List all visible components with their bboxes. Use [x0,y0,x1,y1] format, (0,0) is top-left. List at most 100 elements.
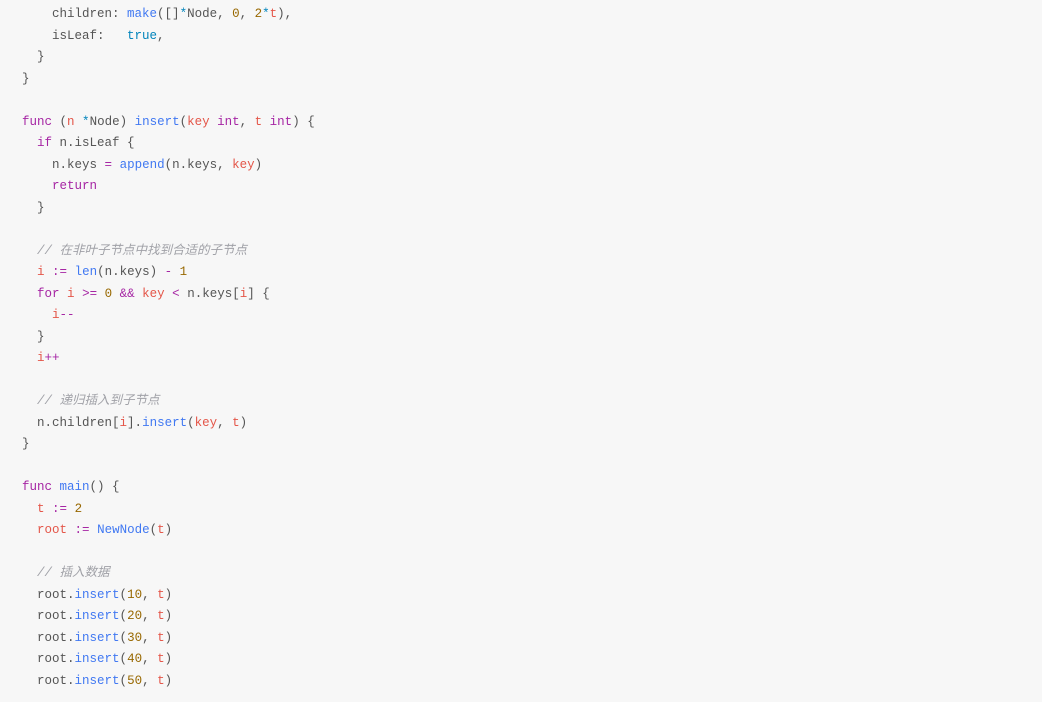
code-token: main [60,480,90,494]
code-line [22,219,1042,241]
code-token: root. [37,631,75,645]
code-token: func [22,115,52,129]
code-token [67,265,75,279]
code-token: } [37,201,45,215]
code-token: ), [277,7,292,21]
code-token: NewNode [97,523,150,537]
code-token: } [37,330,45,344]
code-line [22,370,1042,392]
code-line: n.keys = append(n.keys, key) [22,155,1042,177]
code-token: t [157,652,165,666]
code-token: children: [52,7,127,21]
code-token: ) [165,674,173,688]
code-token: // 在非叶子节点中找到合适的子节点 [37,244,247,258]
code-line: } [22,434,1042,456]
code-token: t [157,588,165,602]
code-token: n.children[ [37,416,120,430]
code-token: i [52,308,60,322]
code-token: root. [37,588,75,602]
code-token [67,502,75,516]
code-token: () { [90,480,120,494]
code-token: (n.keys, [165,158,233,172]
code-token: root. [37,652,75,666]
code-token: -- [60,308,75,322]
code-line [22,90,1042,112]
code-token: insert [75,674,120,688]
code-token: Node) [90,115,135,129]
code-token: t [37,502,52,516]
code-token: int [270,115,293,129]
code-token: for [37,287,60,301]
code-line: return [22,176,1042,198]
code-line [22,456,1042,478]
code-token: } [37,50,45,64]
code-token: i [37,265,52,279]
code-line: isLeaf: true, [22,26,1042,48]
code-token: && [120,287,135,301]
code-token: , [157,29,165,43]
code-token: i [67,287,82,301]
code-token [112,158,120,172]
code-token: - [165,265,173,279]
code-token: ( [187,416,195,430]
code-token: , [217,416,232,430]
code-token: // 递归插入到子节点 [37,394,160,408]
code-token [112,287,120,301]
code-token: len [75,265,98,279]
code-line: // 插入数据 [22,563,1042,585]
code-token: t [157,523,165,537]
code-token: , [142,652,157,666]
code-line: i := len(n.keys) - 1 [22,262,1042,284]
code-token: := [75,523,90,537]
code-token: , [142,609,157,623]
code-token: if [37,136,52,150]
code-line: t := 2 [22,499,1042,521]
code-token: insert [75,609,120,623]
code-token: i [120,416,128,430]
code-token: ( [120,631,128,645]
code-token: t [232,416,240,430]
code-token: i [37,351,45,365]
code-line: children: make([]*Node, 0, 2*t), [22,4,1042,26]
code-line [22,542,1042,564]
code-token: insert [135,115,180,129]
code-token: root [37,523,75,537]
code-token: ++ [45,351,60,365]
code-token: * [262,7,270,21]
code-token: n [67,115,82,129]
code-token: * [180,7,188,21]
code-token: key [187,115,217,129]
code-line: func (n *Node) insert(key int, t int) { [22,112,1042,134]
code-token: := [52,265,67,279]
code-token: ( [120,609,128,623]
code-token: ) [165,631,173,645]
code-token: append [120,158,165,172]
code-token: 2 [255,7,263,21]
code-line: root.insert(40, t) [22,649,1042,671]
code-line: n.children[i].insert(key, t) [22,413,1042,435]
code-token: 0 [105,287,113,301]
code-line: } [22,198,1042,220]
code-token: , [240,7,255,21]
code-token: ) [165,652,173,666]
code-token: 30 [127,631,142,645]
code-token: , [142,631,157,645]
code-token: ( [180,115,188,129]
code-token: key [232,158,255,172]
code-token: 50 [127,674,142,688]
code-token: t [157,609,165,623]
code-token: // 插入数据 [37,566,110,580]
code-token: } [22,72,30,86]
code-token: Node, [187,7,232,21]
code-token: return [52,179,97,193]
code-token: n.isLeaf { [52,136,135,150]
code-token [172,265,180,279]
code-token: ) [165,609,173,623]
code-token: >= [82,287,97,301]
code-token: } [22,437,30,451]
code-token: ( [150,523,158,537]
code-token: n.keys[ [180,287,240,301]
code-token [90,523,98,537]
code-token: ]. [127,416,142,430]
code-token [52,480,60,494]
